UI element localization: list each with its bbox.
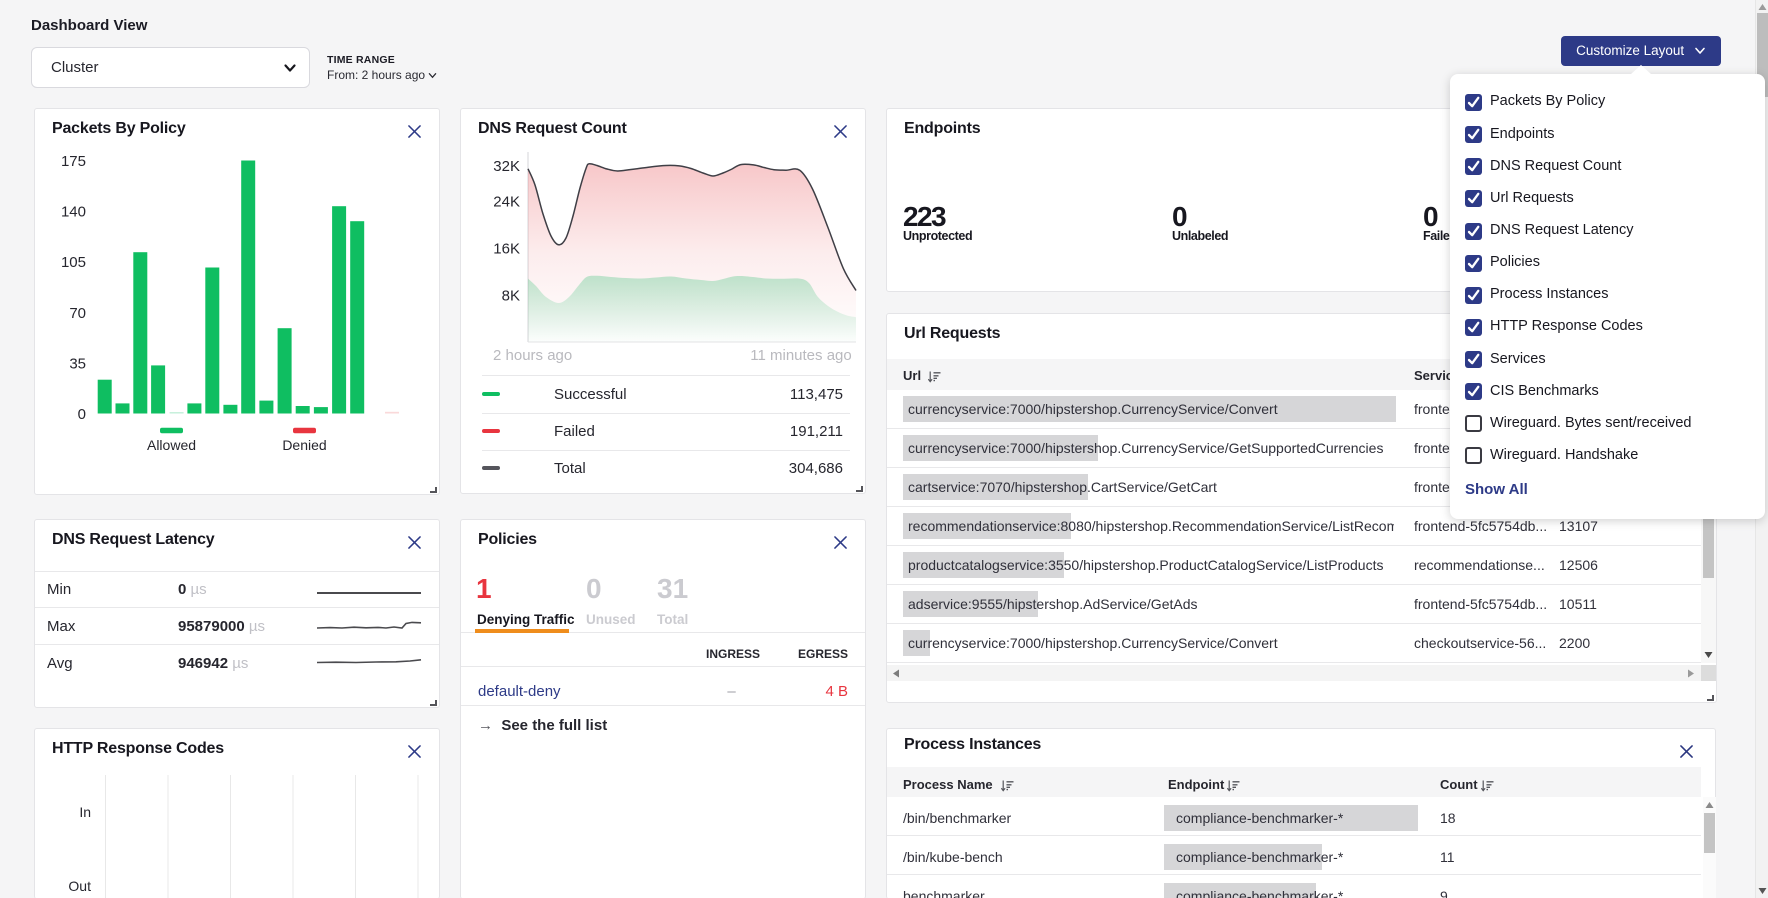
svg-text:Allowed: Allowed: [147, 437, 196, 453]
svg-text:70: 70: [69, 305, 86, 322]
svg-text:In: In: [79, 804, 91, 820]
svg-text:11 minutes ago: 11 minutes ago: [750, 347, 851, 364]
svg-text:Out: Out: [68, 878, 91, 894]
svg-text:32K: 32K: [493, 158, 520, 175]
svg-text:0: 0: [78, 406, 86, 423]
svg-text:8K: 8K: [502, 288, 520, 305]
svg-text:16K: 16K: [493, 241, 520, 258]
svg-text:105: 105: [61, 254, 86, 271]
svg-text:140: 140: [61, 204, 86, 221]
svg-text:2 hours ago: 2 hours ago: [493, 347, 572, 364]
svg-text:175: 175: [61, 153, 86, 170]
svg-text:35: 35: [69, 355, 86, 372]
svg-text:24K: 24K: [493, 194, 520, 211]
svg-text:Denied: Denied: [282, 437, 326, 453]
